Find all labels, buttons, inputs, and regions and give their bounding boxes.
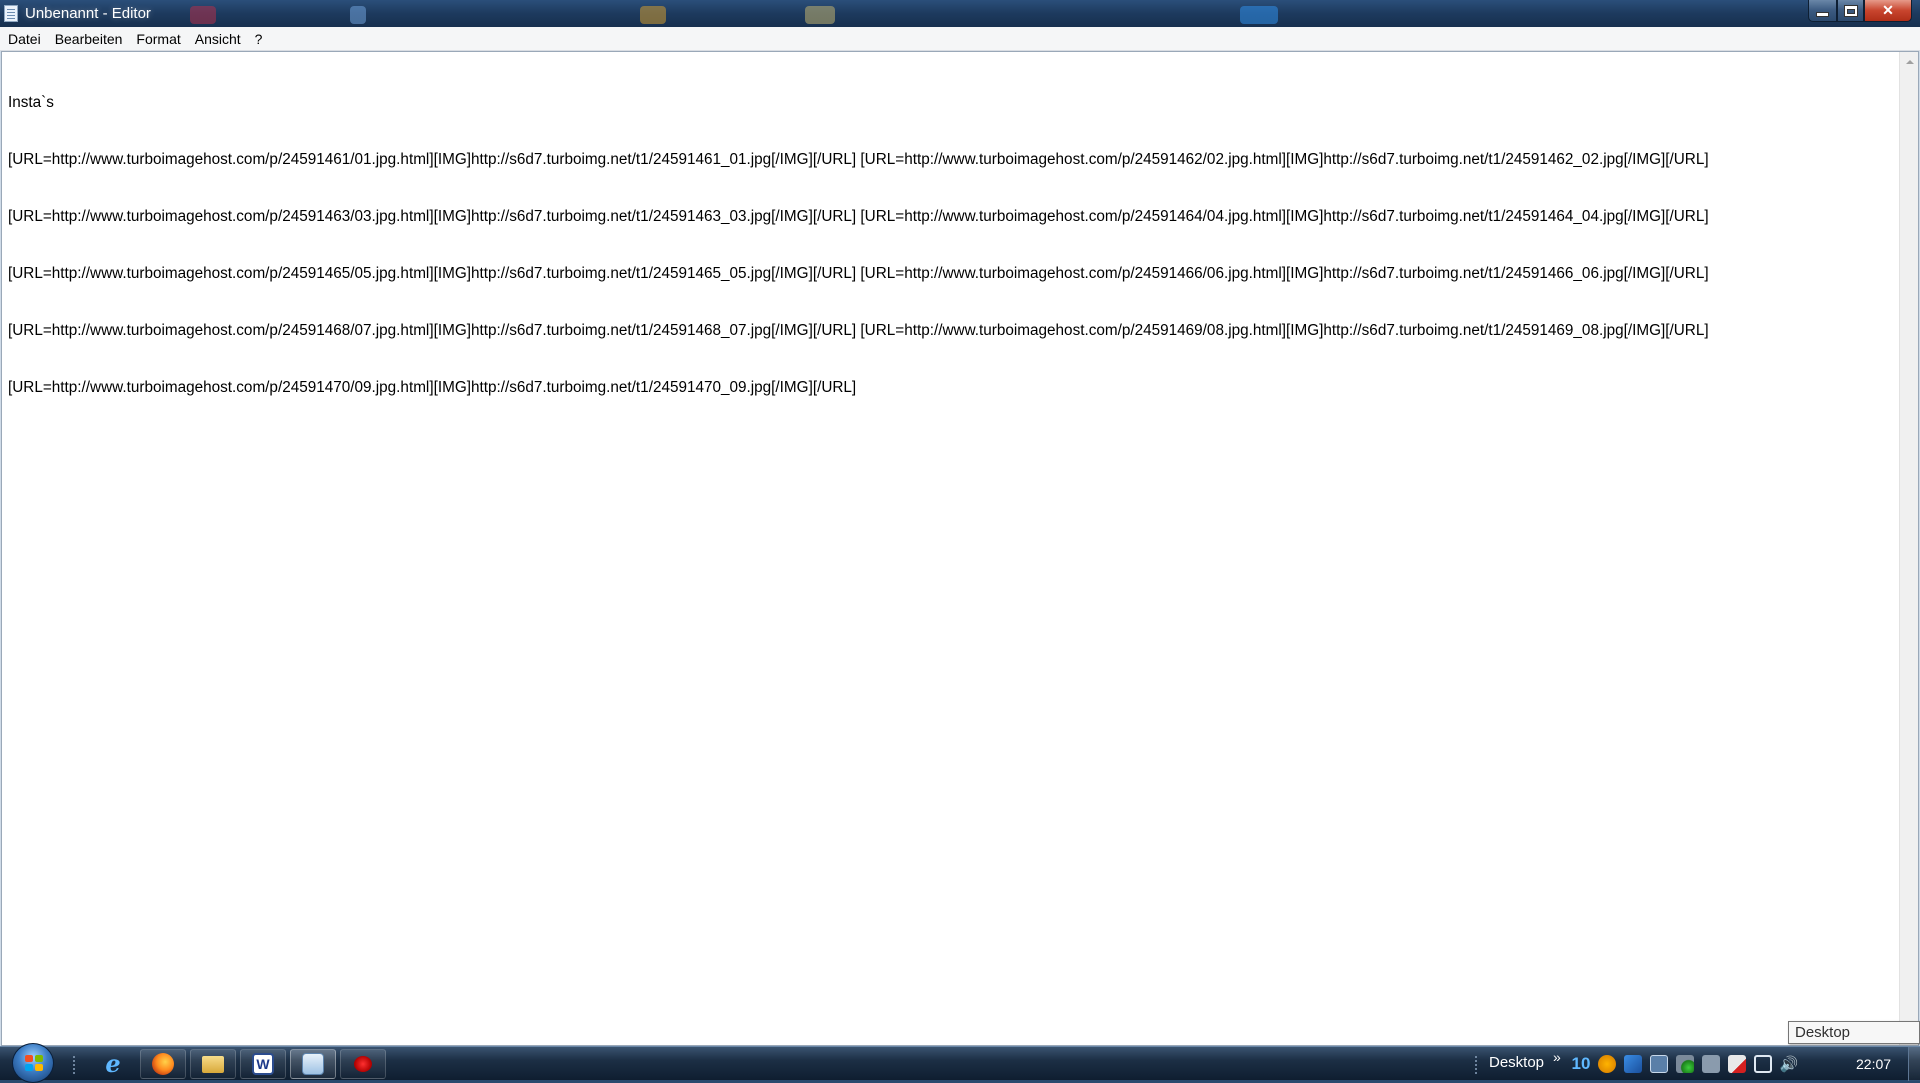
close-button[interactable]: ✕	[1864, 0, 1912, 22]
toolbar-chevron-icon[interactable]: »	[1553, 1049, 1561, 1065]
taskbar: e W Desktop » 10 🔊 22:07	[0, 1043, 1920, 1083]
text-line: [URL=http://www.turboimagehost.com/p/245…	[8, 265, 1709, 282]
tray-app-icon[interactable]	[1650, 1055, 1668, 1073]
text-content[interactable]: Insta`s [URL=http://www.turboimagehost.c…	[8, 55, 1888, 435]
firefox-icon	[152, 1053, 174, 1075]
menu-bearbeiten[interactable]: Bearbeiten	[48, 28, 130, 50]
minimize-button[interactable]	[1808, 0, 1837, 22]
menu-ansicht[interactable]: Ansicht	[188, 28, 248, 50]
system-tray: 10 🔊	[1572, 1054, 1799, 1073]
scroll-up-icon[interactable]	[1906, 60, 1914, 64]
taskbar-clock[interactable]: 22:07	[1856, 1056, 1891, 1072]
vertical-scrollbar[interactable]	[1899, 52, 1918, 1045]
tray-network-icon[interactable]	[1754, 1055, 1772, 1073]
tray-number-icon[interactable]: 10	[1572, 1054, 1591, 1073]
text-line: [URL=http://www.turboimagehost.com/p/245…	[8, 379, 857, 396]
start-button[interactable]	[12, 1043, 54, 1083]
taskbar-firefox[interactable]	[140, 1049, 186, 1079]
show-desktop-tooltip: Desktop anzeigen	[1788, 1021, 1920, 1062]
window-title: Unbenannt - Editor	[25, 5, 151, 22]
file-explorer-icon	[202, 1055, 224, 1073]
minimize-icon	[1817, 13, 1828, 16]
text-line: [URL=http://www.turboimagehost.com/p/245…	[8, 322, 1709, 339]
taskbar-bug-app[interactable]	[340, 1049, 386, 1079]
tray-action-center-icon[interactable]	[1728, 1055, 1746, 1073]
tray-network-status-icon[interactable]	[1676, 1055, 1694, 1073]
title-bar[interactable]: Unbenannt - Editor ✕	[0, 0, 1920, 27]
tray-avast-icon[interactable]	[1598, 1055, 1616, 1073]
restore-icon	[1844, 5, 1857, 16]
toolbar-grip[interactable]	[1474, 1055, 1478, 1075]
notepad-app-icon[interactable]	[4, 5, 18, 22]
text-editor[interactable]: Insta`s [URL=http://www.turboimagehost.c…	[1, 51, 1919, 1046]
close-icon: ✕	[1882, 2, 1894, 18]
desktop-toolbar[interactable]: Desktop	[1489, 1054, 1544, 1071]
internet-explorer-icon: e	[105, 1049, 121, 1078]
text-line: [URL=http://www.turboimagehost.com/p/245…	[8, 208, 1709, 225]
bug-app-icon	[354, 1056, 372, 1072]
taskbar-internet-explorer[interactable]: e	[90, 1049, 136, 1079]
tray-audio-app-icon[interactable]	[1702, 1055, 1720, 1073]
text-line: [URL=http://www.turboimagehost.com/p/245…	[8, 151, 1709, 168]
tray-volume-icon[interactable]: 🔊	[1780, 1055, 1799, 1073]
show-desktop-button[interactable]	[1908, 1047, 1920, 1081]
text-line: Insta`s	[8, 94, 54, 111]
taskbar-notepad[interactable]	[290, 1049, 336, 1079]
maximize-button[interactable]	[1837, 0, 1864, 22]
menu-bar: Datei Bearbeiten Format Ansicht ?	[0, 27, 1920, 51]
windows-logo-icon	[25, 1055, 43, 1072]
notepad-window: Unbenannt - Editor ✕ Datei Bearbeiten Fo…	[0, 0, 1920, 1046]
menu-help[interactable]: ?	[248, 28, 270, 50]
menu-format[interactable]: Format	[129, 28, 187, 50]
taskbar-word[interactable]: W	[240, 1049, 286, 1079]
notepad-icon	[302, 1053, 324, 1075]
word-icon: W	[252, 1053, 274, 1075]
tray-malwarebytes-icon[interactable]	[1624, 1055, 1642, 1073]
taskbar-grip[interactable]	[72, 1055, 76, 1075]
taskbar-file-explorer[interactable]	[190, 1049, 236, 1079]
menu-datei[interactable]: Datei	[1, 28, 48, 50]
